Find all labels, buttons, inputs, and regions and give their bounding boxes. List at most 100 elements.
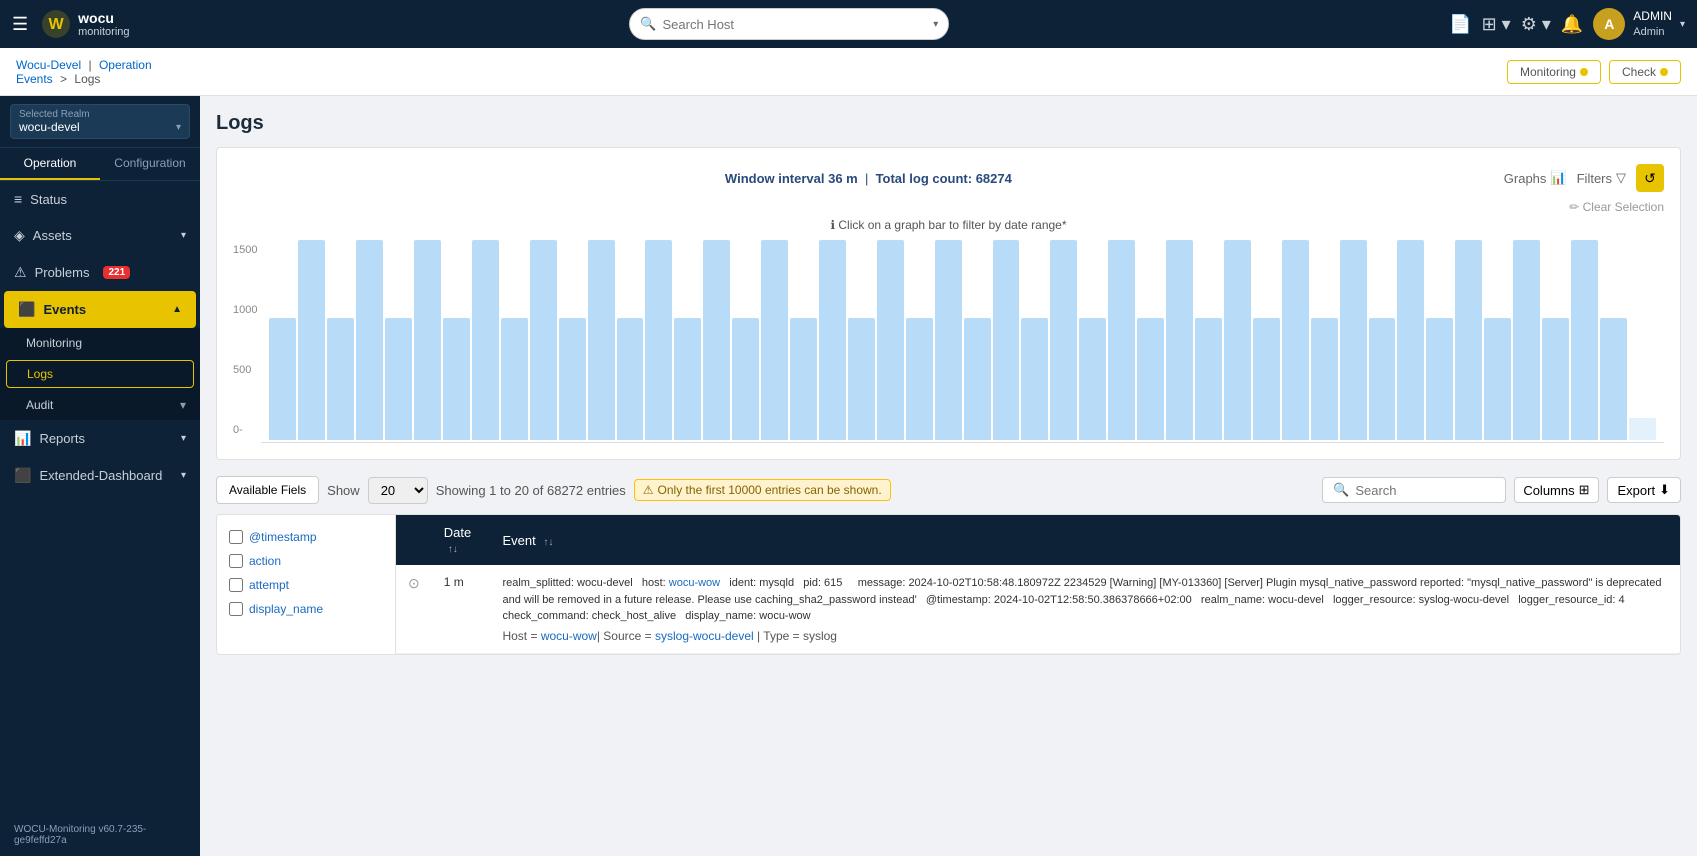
bar-23[interactable] [935, 240, 962, 440]
realm-selector[interactable]: Selected Realm wocu-devel ▾ [0, 96, 200, 148]
bar-17[interactable] [761, 240, 788, 440]
bar-25[interactable] [993, 240, 1020, 440]
bar-18[interactable] [790, 240, 817, 440]
footer-host-link[interactable]: wocu-wow [541, 629, 597, 643]
bar-21[interactable] [877, 240, 904, 440]
sidebar-item-events[interactable]: ⬛ Events ▲ [4, 291, 196, 328]
columns-button[interactable]: Columns ⊞ [1514, 477, 1598, 503]
breadcrumb-events[interactable]: Events [16, 72, 53, 86]
bar-5[interactable] [414, 240, 441, 440]
bar-2[interactable] [327, 240, 354, 440]
document-icon[interactable]: 📄 [1449, 14, 1471, 35]
row-expand-icon[interactable]: ⊙ [408, 575, 420, 591]
bar-32[interactable] [1195, 240, 1222, 440]
bar-43[interactable] [1513, 240, 1540, 440]
field-checkbox-timestamp[interactable] [229, 530, 243, 544]
refresh-button[interactable]: ↺ [1636, 164, 1664, 192]
bar-41[interactable] [1455, 240, 1482, 440]
clear-selection[interactable]: ✏ Clear Selection [233, 200, 1664, 214]
sidebar-subitem-monitoring[interactable]: Monitoring [0, 328, 200, 358]
row-icon-cell[interactable]: ⊙ [396, 565, 432, 653]
bar-12[interactable] [617, 240, 644, 440]
footer-source-link[interactable]: syslog-wocu-devel [655, 629, 754, 643]
sidebar-subitem-logs[interactable]: Logs [6, 360, 194, 388]
available-fields-button[interactable]: Available Fiels [216, 476, 319, 504]
bar-10[interactable] [559, 240, 586, 440]
grid-icon[interactable]: ⊞ ▾ [1482, 14, 1511, 35]
bar-20[interactable] [848, 240, 875, 440]
bar-3[interactable] [356, 240, 383, 440]
search-host-box[interactable]: 🔍 ▾ [629, 8, 949, 40]
field-item-timestamp[interactable]: @timestamp [225, 525, 387, 549]
search-box[interactable]: 🔍 [1322, 477, 1506, 503]
sidebar-item-problems[interactable]: ⚠ Problems 221 [0, 254, 200, 291]
bar-13[interactable] [645, 240, 672, 440]
bar-7[interactable] [472, 240, 499, 440]
user-area[interactable]: A ADMIN Admin ▾ [1593, 8, 1685, 40]
bar-27[interactable] [1050, 240, 1077, 440]
bar-31[interactable] [1166, 240, 1193, 440]
filters-button[interactable]: Filters ▽ [1577, 170, 1626, 186]
breadcrumb-project[interactable]: Wocu-Devel [16, 58, 81, 72]
field-checkbox-attempt[interactable] [229, 578, 243, 592]
field-item-action[interactable]: action [225, 549, 387, 573]
show-select[interactable]: 10 20 50 100 [368, 477, 428, 504]
bar-chart[interactable] [261, 240, 1664, 440]
search-input[interactable] [1355, 483, 1495, 498]
bar-33[interactable] [1224, 240, 1251, 440]
col-date[interactable]: Date ↑↓ [432, 515, 491, 565]
field-checkbox-action[interactable] [229, 554, 243, 568]
bar-15[interactable] [703, 240, 730, 440]
sidebar-subitem-audit[interactable]: Audit ▾ [0, 390, 200, 420]
bar-46[interactable] [1600, 240, 1627, 440]
bar-24[interactable] [964, 240, 991, 440]
hamburger-menu[interactable]: ☰ [12, 14, 28, 35]
bar-39[interactable] [1397, 240, 1424, 440]
sidebar-item-status[interactable]: ≡ Status [0, 181, 200, 217]
bar-1[interactable] [298, 240, 325, 440]
bar-0[interactable] [269, 240, 296, 440]
field-checkbox-display-name[interactable] [229, 602, 243, 616]
bar-38[interactable] [1369, 240, 1396, 440]
sidebar-item-reports[interactable]: 📊 Reports ▾ [0, 420, 200, 457]
bar-14[interactable] [674, 240, 701, 440]
export-button[interactable]: Export ⬇ [1607, 477, 1681, 503]
bar-8[interactable] [501, 240, 528, 440]
bar-42[interactable] [1484, 240, 1511, 440]
check-button[interactable]: Check [1609, 60, 1681, 84]
bar-47[interactable] [1629, 240, 1656, 440]
breadcrumb-section[interactable]: Operation [99, 58, 152, 72]
bar-19[interactable] [819, 240, 846, 440]
sidebar-item-assets[interactable]: ◈ Assets ▾ [0, 217, 200, 254]
bar-45[interactable] [1571, 240, 1598, 440]
sidebar-tab-configuration[interactable]: Configuration [100, 148, 200, 180]
field-item-display-name[interactable]: display_name [225, 597, 387, 621]
sidebar-tab-operation[interactable]: Operation [0, 148, 100, 180]
bar-22[interactable] [906, 240, 933, 440]
bar-6[interactable] [443, 240, 470, 440]
bar-37[interactable] [1340, 240, 1367, 440]
bar-9[interactable] [530, 240, 557, 440]
bar-16[interactable] [732, 240, 759, 440]
host-link[interactable]: wocu-wow [669, 577, 720, 589]
bar-26[interactable] [1021, 240, 1048, 440]
bar-30[interactable] [1137, 240, 1164, 440]
bar-11[interactable] [588, 240, 615, 440]
bar-40[interactable] [1426, 240, 1453, 440]
field-item-attempt[interactable]: attempt [225, 573, 387, 597]
col-event[interactable]: Event ↑↓ [490, 515, 1680, 565]
bar-44[interactable] [1542, 240, 1569, 440]
bar-28[interactable] [1079, 240, 1106, 440]
bar-4[interactable] [385, 240, 412, 440]
bar-36[interactable] [1311, 240, 1338, 440]
bar-35[interactable] [1282, 240, 1309, 440]
realm-box[interactable]: Selected Realm wocu-devel ▾ [10, 104, 190, 139]
bell-icon[interactable]: 🔔 [1561, 14, 1583, 35]
search-host-input[interactable] [663, 17, 928, 32]
settings-icon[interactable]: ⚙ ▾ [1521, 14, 1551, 35]
sidebar-item-extended-dashboard[interactable]: ⬛ Extended-Dashboard ▾ [0, 457, 200, 494]
bar-29[interactable] [1108, 240, 1135, 440]
graphs-button[interactable]: Graphs 📊 [1504, 170, 1567, 186]
bar-34[interactable] [1253, 240, 1280, 440]
monitoring-button[interactable]: Monitoring [1507, 60, 1601, 84]
